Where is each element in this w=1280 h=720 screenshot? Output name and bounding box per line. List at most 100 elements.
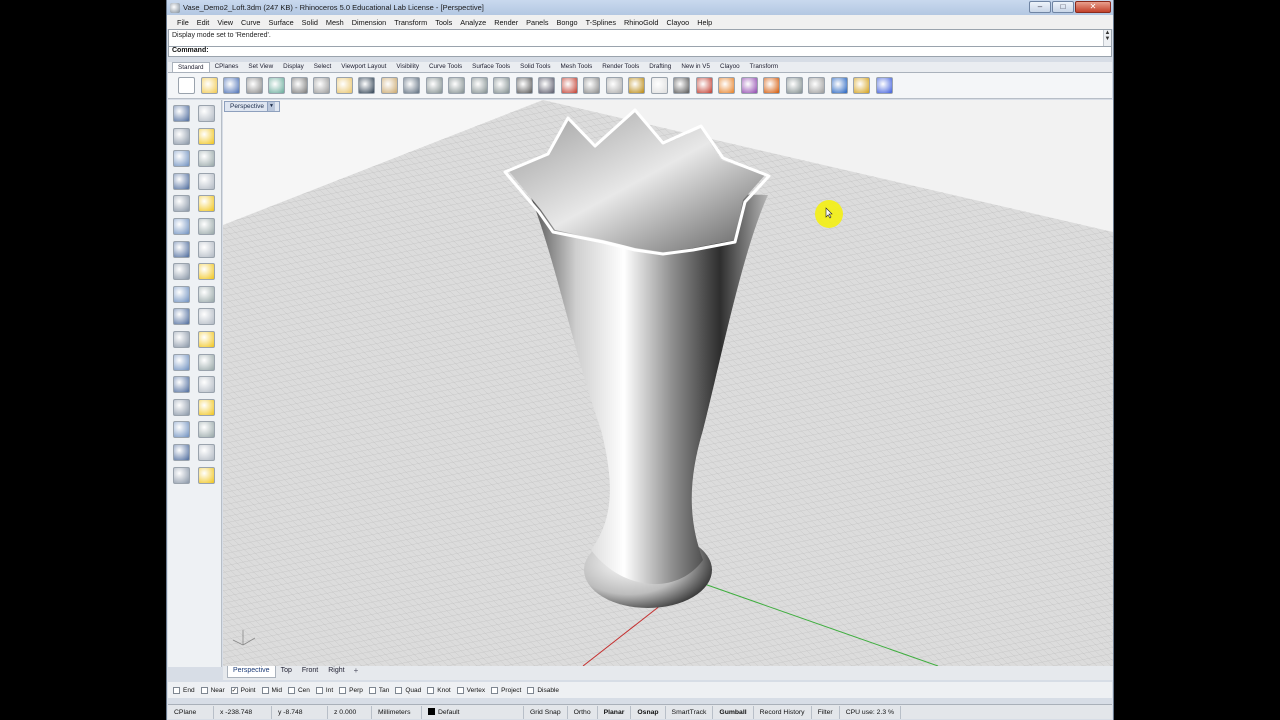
osnap-checkbox[interactable] <box>339 686 347 694</box>
menu-curve[interactable]: Curve <box>237 18 264 27</box>
render-preview-icon[interactable] <box>173 466 190 484</box>
status-toggle-osnap[interactable]: Osnap <box>631 705 666 719</box>
extrude-icon[interactable] <box>173 263 190 281</box>
analyze-icon[interactable] <box>173 444 190 461</box>
zoom-icon[interactable] <box>425 77 443 94</box>
osnap-checkbox[interactable] <box>527 686 535 694</box>
menu-tools[interactable]: Tools <box>431 18 456 27</box>
tooltab-standard[interactable]: Standard <box>172 62 210 72</box>
warning-icon[interactable] <box>198 466 215 484</box>
osnap-near[interactable]: Near <box>200 686 225 694</box>
tooltab-mesh-tools[interactable]: Mesh Tools <box>556 62 598 72</box>
osnap-tan[interactable]: Tan <box>368 686 389 694</box>
viewport-tab-top[interactable]: Top <box>276 666 297 678</box>
join-icon[interactable] <box>198 285 215 303</box>
tooltab-solid-tools[interactable]: Solid Tools <box>515 62 555 72</box>
tooltab-drafting[interactable]: Drafting <box>644 62 676 72</box>
osnap-vertex[interactable]: Vertex <box>456 686 485 694</box>
hatch-icon[interactable] <box>198 421 215 439</box>
color-wheel-icon[interactable] <box>718 77 735 94</box>
copy-icon[interactable] <box>313 77 330 94</box>
maximize-button[interactable]: □ <box>1052 1 1074 13</box>
rotate-view-icon[interactable] <box>403 77 420 94</box>
four-viewports-icon[interactable] <box>538 77 555 94</box>
tooltab-render-tools[interactable]: Render Tools <box>597 62 644 72</box>
tooltab-clayoo[interactable]: Clayoo <box>715 62 745 72</box>
new-file-icon[interactable] <box>178 77 195 94</box>
open-file-icon[interactable] <box>200 77 218 94</box>
tooltab-set-view[interactable]: Set View <box>243 62 278 72</box>
cut-icon[interactable] <box>290 77 308 94</box>
select-arrow-icon[interactable] <box>173 105 190 122</box>
boolean-icon[interactable] <box>198 240 215 258</box>
status-cplane[interactable]: CPlane <box>168 705 214 719</box>
menu-clayoo[interactable]: Clayoo <box>662 18 693 27</box>
status-toggle-planar[interactable]: Planar <box>598 705 632 719</box>
split-icon[interactable] <box>198 308 215 326</box>
environment-icon[interactable] <box>830 77 848 94</box>
menu-solid[interactable]: Solid <box>298 18 322 27</box>
command-line[interactable]: Command: <box>168 47 1112 57</box>
undo-view-icon[interactable] <box>515 77 533 94</box>
dimension-icon[interactable] <box>198 376 215 394</box>
paste-icon[interactable] <box>335 77 353 94</box>
trim-icon[interactable] <box>173 308 190 326</box>
pan-icon[interactable] <box>380 77 398 94</box>
status-toggle-smarttrack[interactable]: SmartTrack <box>666 705 714 719</box>
add-viewport-tab-icon[interactable]: + <box>350 666 363 675</box>
tooltab-new-in-v5[interactable]: New in V5 <box>676 62 715 72</box>
close-button[interactable]: ✕ <box>1075 1 1111 13</box>
array-icon[interactable] <box>173 398 190 416</box>
osnap-checkbox[interactable]: ✓ <box>230 686 238 694</box>
grid-icon[interactable] <box>583 77 600 94</box>
mirror-icon[interactable] <box>198 398 215 416</box>
surface-icon[interactable] <box>173 218 190 235</box>
status-toggle-grid-snap[interactable]: Grid Snap <box>524 705 568 719</box>
osnap-checkbox[interactable] <box>200 686 208 694</box>
viewport-tab-front[interactable]: Front <box>297 666 323 678</box>
curve-icon[interactable] <box>198 127 215 145</box>
osnap-checkbox[interactable] <box>368 686 376 694</box>
menu-view[interactable]: View <box>213 18 237 27</box>
osnap-knot[interactable]: Knot <box>427 686 451 694</box>
status-units[interactable]: Millimeters <box>372 705 422 719</box>
menu-render[interactable]: Render <box>490 18 522 27</box>
block-icon[interactable] <box>173 421 190 439</box>
import-icon[interactable] <box>268 77 285 94</box>
tooltab-display[interactable]: Display <box>278 62 309 72</box>
status-toggle-gumball[interactable]: Gumball <box>713 705 754 719</box>
fillet-curve-icon[interactable] <box>198 195 215 213</box>
rectangle-icon[interactable] <box>198 172 215 190</box>
point-icon[interactable] <box>198 105 215 122</box>
viewport-menu-caret-icon[interactable]: ▼ <box>266 102 275 111</box>
status-toggle-ortho[interactable]: Ortho <box>568 705 598 719</box>
lock-icon[interactable] <box>673 77 690 94</box>
osnap-end[interactable]: End <box>173 686 195 694</box>
osnap-checkbox[interactable] <box>395 686 403 694</box>
circle-icon[interactable] <box>173 150 190 168</box>
menu-bongo[interactable]: Bongo <box>552 18 581 27</box>
osnap-checkbox[interactable] <box>491 686 499 694</box>
tooltab-surface-tools[interactable]: Surface Tools <box>467 62 515 72</box>
cplane-icon[interactable] <box>560 77 578 94</box>
material-icon[interactable] <box>740 77 758 94</box>
menu-file[interactable]: File <box>173 18 193 27</box>
tooltab-select[interactable]: Select <box>309 62 337 72</box>
osnap-int[interactable]: Int <box>315 686 333 694</box>
osnap-disable[interactable]: Disable <box>527 686 559 694</box>
options-icon[interactable] <box>853 77 870 94</box>
minimize-button[interactable]: – <box>1029 1 1051 13</box>
select-all-icon[interactable] <box>605 77 623 94</box>
status-layer[interactable]: Default <box>422 705 524 719</box>
ungroup-icon[interactable] <box>198 331 215 348</box>
osnap-checkbox[interactable] <box>427 686 435 694</box>
menu-analyze[interactable]: Analyze <box>456 18 490 27</box>
osnap-mid[interactable]: Mid <box>261 686 282 694</box>
help-icon[interactable] <box>875 77 893 94</box>
menu-rhinogold[interactable]: RhinoGold <box>620 18 662 27</box>
zoom-selected-icon[interactable] <box>493 77 510 94</box>
menu-help[interactable]: Help <box>693 18 716 27</box>
tooltab-visibility[interactable]: Visibility <box>391 62 424 72</box>
shaded-sphere-icon[interactable] <box>808 77 825 94</box>
polyline-icon[interactable] <box>173 127 190 145</box>
